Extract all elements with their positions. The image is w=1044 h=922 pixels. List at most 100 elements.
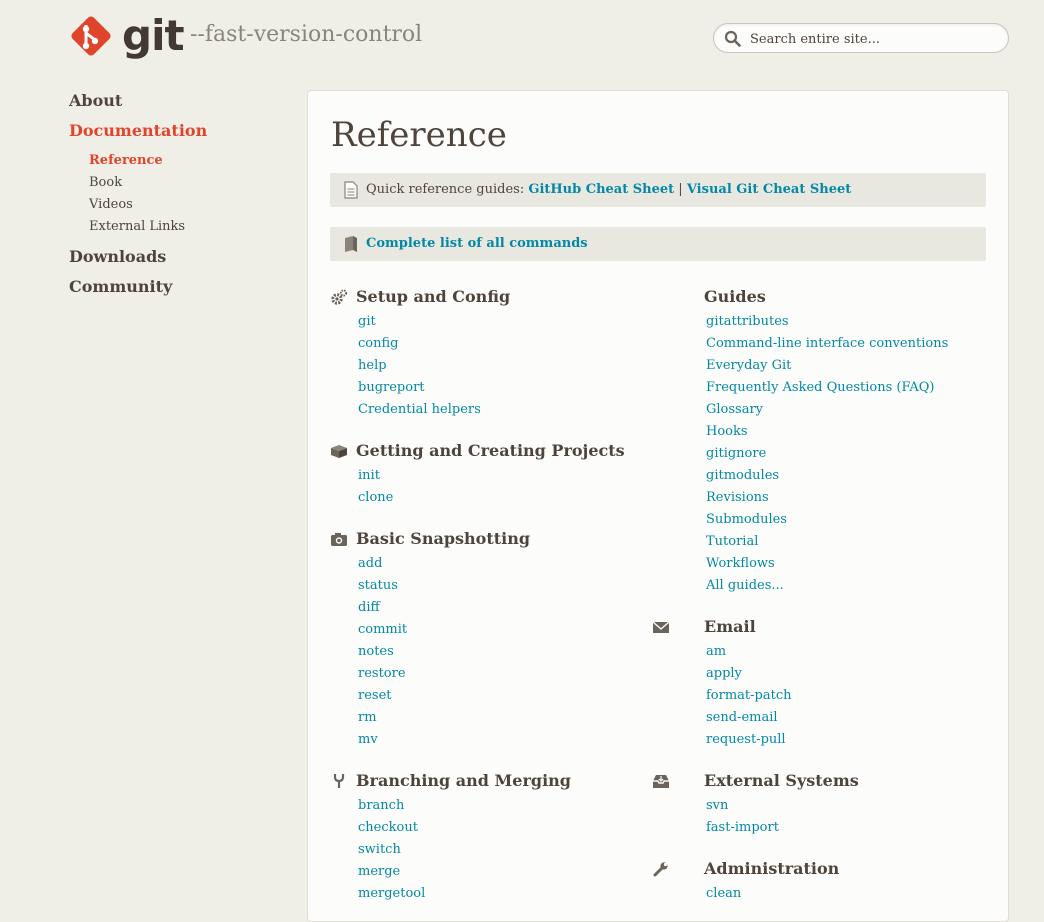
sidebar-item-community[interactable]: Community (69, 276, 289, 306)
separator: | (678, 182, 683, 197)
section-title: External Systems (704, 771, 859, 790)
sidebar-subitem-external-links[interactable]: External Links (89, 216, 289, 238)
section-heading: Guides (678, 283, 948, 311)
section-getting-creating-projects: Getting and Creating Projects init clone (330, 437, 625, 509)
site-header: git --fast-version-control (0, 0, 1044, 80)
cmd-link-fast-import[interactable]: fast-import (706, 820, 779, 835)
all-commands-callout: Complete list of all commands (330, 227, 986, 261)
cmd-link-merge[interactable]: merge (358, 864, 400, 879)
cmd-link-notes[interactable]: notes (358, 644, 394, 659)
section-heading: Email (652, 613, 792, 641)
guide-link-hooks[interactable]: Hooks (706, 424, 748, 439)
github-cheat-sheet-link[interactable]: GitHub Cheat Sheet (528, 182, 674, 197)
sidebar-item-documentation[interactable]: Documentation (69, 120, 289, 150)
page-title: Reference (331, 115, 507, 155)
cmd-link-commit[interactable]: commit (358, 622, 407, 637)
visual-git-cheat-sheet-link[interactable]: Visual Git Cheat Sheet (687, 182, 851, 197)
tagline: --fast-version-control (190, 22, 423, 47)
all-commands-link[interactable]: Complete list of all commands (366, 236, 588, 251)
section-heading: Branching and Merging (330, 767, 571, 795)
search-input[interactable] (748, 27, 1002, 51)
cmd-link-clone[interactable]: clone (358, 490, 393, 505)
cmd-link-status[interactable]: status (358, 578, 398, 593)
search-icon (724, 30, 741, 47)
cmd-link-diff[interactable]: diff (358, 600, 380, 615)
cmd-link-branch[interactable]: branch (358, 798, 404, 813)
guide-link-faq[interactable]: Frequently Asked Questions (FAQ) (706, 380, 935, 395)
search-box (713, 23, 1009, 53)
cmd-link-clean[interactable]: clean (706, 886, 741, 901)
sidebar-subitem-reference[interactable]: Reference (89, 150, 289, 172)
section-title: Email (704, 617, 756, 636)
cmd-link-request-pull[interactable]: request-pull (706, 732, 786, 747)
cmd-link-apply[interactable]: apply (706, 666, 742, 681)
guide-link-cli-conventions[interactable]: Command-line interface conventions (706, 336, 948, 351)
cmd-link-add[interactable]: add (358, 556, 382, 571)
gears-icon (331, 289, 348, 305)
sidebar-nav: About Documentation Reference Book Video… (69, 90, 289, 306)
inbox-icon (653, 775, 669, 788)
cmd-link-mergetool[interactable]: mergetool (358, 886, 425, 901)
sidebar-subitem-book[interactable]: Book (89, 172, 289, 194)
section-heading: External Systems (653, 767, 859, 795)
section-title: Getting and Creating Projects (356, 441, 625, 460)
branch-icon (333, 774, 345, 788)
sidebar-item-downloads[interactable]: Downloads (69, 246, 289, 276)
cmd-link-format-patch[interactable]: format-patch (706, 688, 792, 703)
guide-link-tutorial[interactable]: Tutorial (706, 534, 758, 549)
section-email: Email am apply format-patch send-email r… (652, 613, 792, 751)
cmd-link-help[interactable]: help (358, 358, 387, 373)
section-guides: Guides gitattributes Command-line interf… (678, 283, 948, 597)
logo-wordmark: git (122, 11, 185, 60)
section-heading: Getting and Creating Projects (330, 437, 625, 465)
quick-reference-prefix: Quick reference guides: (366, 182, 525, 197)
guide-link-revisions[interactable]: Revisions (706, 490, 769, 505)
camera-icon (331, 533, 347, 546)
cmd-link-send-email[interactable]: send-email (706, 710, 778, 725)
cmd-link-git[interactable]: git (358, 314, 376, 329)
cmd-link-switch[interactable]: switch (358, 842, 401, 857)
wrench-icon (653, 862, 668, 877)
guide-link-submodules[interactable]: Submodules (706, 512, 787, 527)
section-setup-config: Setup and Config git config help bugrepo… (330, 283, 510, 421)
guide-link-gitmodules[interactable]: gitmodules (706, 468, 779, 483)
cmd-link-mv[interactable]: mv (358, 732, 378, 747)
guide-link-everyday-git[interactable]: Everyday Git (706, 358, 791, 373)
guide-link-glossary[interactable]: Glossary (706, 402, 763, 417)
section-basic-snapshotting: Basic Snapshotting add status diff commi… (330, 525, 530, 751)
cmd-link-svn[interactable]: svn (706, 798, 728, 813)
book-icon (345, 236, 357, 252)
box-icon (331, 445, 347, 458)
guide-link-gitignore[interactable]: gitignore (706, 446, 766, 461)
guide-link-workflows[interactable]: Workflows (706, 556, 775, 571)
cmd-link-init[interactable]: init (358, 468, 380, 483)
section-title: Basic Snapshotting (356, 529, 531, 548)
cmd-link-config[interactable]: config (358, 336, 398, 351)
envelope-icon (652, 621, 670, 633)
cmd-link-checkout[interactable]: checkout (358, 820, 418, 835)
git-logo[interactable]: git (68, 11, 185, 60)
main-content: Reference Quick reference guides: GitHub… (307, 90, 1009, 922)
cmd-link-credential-helpers[interactable]: Credential helpers (358, 402, 481, 417)
cmd-link-rm[interactable]: rm (358, 710, 377, 725)
guide-link-gitattributes[interactable]: gitattributes (706, 314, 789, 329)
cmd-link-am[interactable]: am (706, 644, 726, 659)
sidebar-item-about[interactable]: About (69, 90, 289, 120)
cmd-link-restore[interactable]: restore (358, 666, 406, 681)
sidebar-subitem-videos[interactable]: Videos (89, 194, 289, 216)
section-heading: Setup and Config (330, 283, 510, 311)
quick-reference-callout: Quick reference guides: GitHub Cheat She… (330, 173, 986, 207)
section-heading: Administration (653, 855, 840, 883)
section-title: Guides (704, 287, 766, 306)
section-title: Setup and Config (356, 287, 511, 306)
document-icon (344, 181, 358, 199)
section-external-systems: External Systems svn fast-import (653, 767, 859, 839)
cmd-link-bugreport[interactable]: bugreport (358, 380, 425, 395)
section-heading: Basic Snapshotting (330, 525, 530, 553)
section-title: Administration (704, 859, 840, 878)
git-logo-icon (71, 16, 111, 56)
section-title: Branching and Merging (356, 771, 571, 790)
cmd-link-reset[interactable]: reset (358, 688, 392, 703)
section-branching-merging: Branching and Merging branch checkout sw… (330, 767, 571, 905)
guide-link-all-guides[interactable]: All guides... (706, 578, 784, 593)
